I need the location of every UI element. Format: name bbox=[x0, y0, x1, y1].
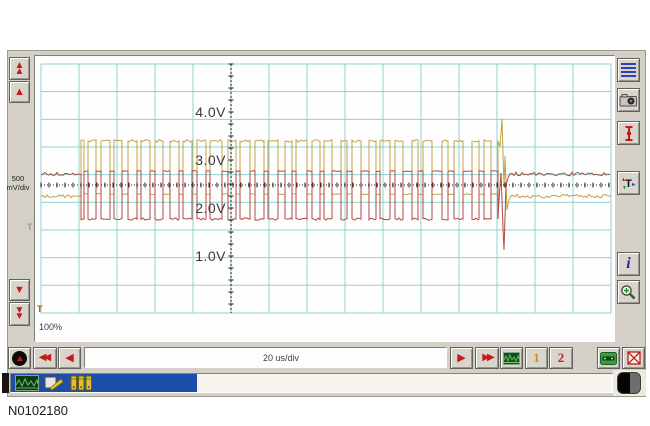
screenshot-page: ▲▲ ▲ 500 mV/div ▼ ▼▼ T 100% T 4.0V 3.0V … bbox=[0, 0, 650, 426]
trigger-mode-icon bbox=[12, 351, 27, 366]
channel-1-button[interactable]: 1 bbox=[525, 347, 548, 369]
statusbar-handle bbox=[2, 373, 9, 393]
close-x-icon bbox=[626, 351, 642, 365]
step-forward-button[interactable]: ▶ bbox=[450, 347, 473, 369]
timebase-panel: 20 us/div bbox=[84, 347, 447, 368]
double-up-arrow-icon: ▲▲ bbox=[15, 63, 25, 75]
up-arrow-icon: ▲ bbox=[14, 87, 25, 98]
capture-button[interactable] bbox=[617, 88, 640, 112]
voltage-label-2v: 2.0V bbox=[174, 200, 226, 216]
cursor-marker-icon bbox=[622, 125, 636, 142]
trigger-position-button[interactable]: T bbox=[617, 171, 640, 195]
scale-up-button[interactable]: ▲ bbox=[9, 81, 30, 103]
figure-id-label: N0102180 bbox=[8, 403, 68, 418]
scale-down-button[interactable]: ▼ bbox=[9, 279, 30, 301]
double-left-arrow-icon: ◀◀ bbox=[39, 353, 51, 363]
info-icon: i bbox=[626, 257, 630, 271]
channel-2-label: 2 bbox=[558, 350, 565, 366]
scale-up-fast-button[interactable]: ▲▲ bbox=[9, 57, 30, 80]
cursor-button[interactable] bbox=[617, 121, 640, 145]
live-display-button[interactable] bbox=[500, 347, 523, 369]
magnifier-plus-icon bbox=[620, 284, 637, 301]
double-down-arrow-icon: ▼▼ bbox=[15, 308, 25, 320]
timebase-label: 20 us/div bbox=[263, 353, 299, 363]
trigger-position-icon: T bbox=[620, 175, 637, 192]
data-list-button[interactable] bbox=[617, 58, 640, 82]
voltage-label-1v: 1.0V bbox=[174, 248, 226, 264]
right-arrow-icon: ▶ bbox=[457, 353, 465, 364]
down-arrow-icon: ▼ bbox=[14, 285, 25, 296]
rewind-fast-button[interactable]: ◀◀ bbox=[33, 347, 57, 369]
double-right-arrow-icon: ▶▶ bbox=[479, 353, 494, 363]
trigger-level-marker: T bbox=[27, 222, 33, 232]
waveform-plot[interactable]: 100% T bbox=[34, 55, 615, 342]
trigger-mode-button[interactable] bbox=[8, 347, 31, 369]
close-capture-button[interactable] bbox=[622, 347, 645, 369]
waveform-svg bbox=[35, 56, 614, 341]
can-low-trace bbox=[41, 171, 610, 250]
trigger-point-marker[interactable]: T bbox=[37, 304, 43, 314]
channel-1-label: 1 bbox=[533, 350, 540, 366]
record-note-icon bbox=[43, 375, 65, 391]
left-arrow-icon: ◀ bbox=[65, 353, 73, 364]
zoom-button[interactable] bbox=[617, 280, 640, 304]
step-back-button[interactable]: ◀ bbox=[58, 347, 81, 369]
voltage-label-3v: 3.0V bbox=[174, 152, 226, 168]
screen-view-button[interactable] bbox=[597, 347, 620, 369]
scale-down-fast-button[interactable]: ▼▼ bbox=[9, 302, 30, 326]
zoom-percent-label: 100% bbox=[39, 322, 62, 332]
data-files-icon bbox=[69, 375, 93, 391]
signal-status-icon bbox=[15, 375, 39, 391]
can-high-trace bbox=[41, 119, 611, 210]
camera-icon bbox=[619, 93, 638, 107]
forward-fast-button[interactable]: ▶▶ bbox=[475, 347, 499, 369]
channel-2-button[interactable]: 2 bbox=[549, 347, 573, 369]
status-bar bbox=[10, 373, 613, 393]
green-monitor-icon bbox=[600, 352, 617, 365]
contrast-button[interactable] bbox=[617, 372, 641, 394]
svg-text:T: T bbox=[625, 178, 632, 190]
info-button[interactable]: i bbox=[617, 252, 640, 276]
scale-value: 500 bbox=[4, 174, 32, 183]
waveform-screen-icon bbox=[503, 352, 520, 365]
scale-unit: mV/div bbox=[4, 183, 32, 192]
list-icon bbox=[621, 63, 636, 77]
vertical-scale-readout: 500 mV/div bbox=[4, 174, 32, 192]
voltage-label-4v: 4.0V bbox=[174, 104, 226, 120]
